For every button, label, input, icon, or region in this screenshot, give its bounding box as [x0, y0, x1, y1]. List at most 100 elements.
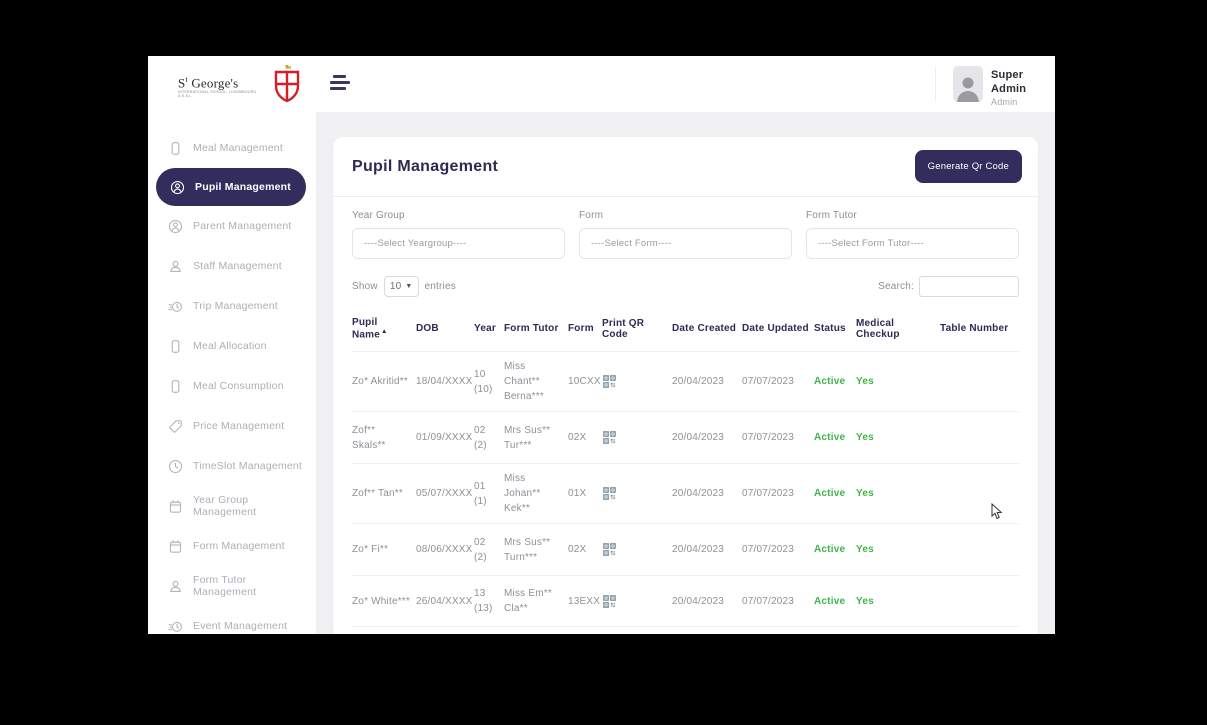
brand-name: St George's [178, 76, 266, 89]
col-pupil-name[interactable]: Pupil Name▲ [352, 317, 416, 340]
hamburger-menu-icon[interactable] [330, 75, 352, 93]
pupil-table: Pupil Name▲ DOB Year Form Tutor Form Pri… [352, 312, 1019, 627]
status-badge: Active [814, 430, 856, 445]
status-badge: Active [814, 486, 856, 501]
cell-date-created: 20/04/2023 [672, 430, 742, 445]
table-controls: Show 10▼ entries Search: [352, 276, 1019, 297]
cell-form-tutor: Mrs Sus** Turn*** [504, 535, 568, 565]
sidebar-item-trip-management[interactable]: Trip Management [148, 286, 316, 326]
sidebar-item-year-group-management[interactable]: Year Group Management [148, 486, 316, 526]
page-title: Pupil Management [352, 158, 498, 176]
meal-icon [168, 141, 183, 156]
sidebar-item-meal-allocation[interactable]: Meal Allocation [148, 326, 316, 366]
sidebar-item-form-management[interactable]: Form Management [148, 526, 316, 566]
cell-form: 02X [568, 542, 602, 557]
medical-checkup-value: Yes [856, 542, 940, 557]
divider [935, 68, 936, 100]
col-status[interactable]: Status [814, 323, 856, 334]
cell-date-updated: 07/07/2023 [742, 430, 814, 445]
cell-year: 10 (10) [474, 367, 504, 397]
user-name: Super Admin [991, 69, 1055, 97]
col-date-created[interactable]: Date Created [672, 323, 742, 334]
form-select[interactable]: ----Select Form---- [579, 228, 792, 259]
cell-dob: 18/04/XXXX [416, 374, 474, 389]
year-group-select[interactable]: ----Select Yeargroup---- [352, 228, 565, 259]
sidebar-item-meal-consumption[interactable]: Meal Consumption [148, 366, 316, 406]
sidebar-item-label: TimeSlot Management [193, 460, 302, 472]
print-qr-code-icon[interactable] [602, 486, 672, 501]
print-qr-code-icon[interactable] [602, 430, 672, 445]
entries-control: Show 10▼ entries [352, 276, 456, 297]
search-input[interactable] [919, 276, 1019, 297]
generate-qr-code-button[interactable]: Generate Qr Code [915, 150, 1022, 183]
cell-date-updated: 07/07/2023 [742, 594, 814, 609]
year-group-filter: Year Group ----Select Yeargroup---- [352, 210, 565, 259]
sidebar-item-label: Meal Management [193, 142, 283, 154]
table-row: Zo* Fi** 08/06/XXXX 02 (2) Mrs Sus** Tur… [352, 523, 1019, 575]
calendar-icon [168, 499, 183, 514]
sidebar-item-meal-management[interactable]: Meal Management [148, 128, 316, 168]
meal-consumption-icon [168, 379, 183, 394]
form-label: Form [579, 210, 792, 221]
col-dob[interactable]: DOB [416, 323, 474, 334]
col-table-number[interactable]: Table Number [940, 323, 1019, 334]
sidebar-item-pupil-management[interactable]: Pupil Management [156, 168, 306, 206]
cell-pupil-name: Zof** Tan** [352, 486, 416, 501]
cell-form-tutor: Mrs Sus** Tur*** [504, 423, 568, 453]
print-qr-code-icon[interactable] [602, 542, 672, 557]
filter-row: Year Group ----Select Yeargroup---- Form… [352, 210, 1019, 259]
search-control: Search: [878, 276, 1019, 297]
sidebar-item-label: Form Management [193, 540, 285, 552]
calendar-icon [168, 539, 183, 554]
sidebar-item-price-management[interactable]: Price Management [148, 406, 316, 446]
screen: { "brand": { "name": "George's", "name_p… [0, 0, 1207, 725]
col-form[interactable]: Form [568, 323, 602, 334]
sidebar-item-event-management[interactable]: Event Management [148, 606, 316, 634]
parent-icon [168, 219, 183, 234]
user-meta[interactable]: Super Admin Admin [991, 69, 1055, 108]
print-qr-code-icon[interactable] [602, 374, 672, 389]
trip-icon [168, 299, 183, 314]
entries-length-select[interactable]: 10▼ [384, 276, 419, 297]
sidebar-item-label: Meal Consumption [193, 380, 284, 392]
table-row: Zo* Akritid** 18/04/XXXX 10 (10) Miss Ch… [352, 351, 1019, 411]
sidebar-item-parent-management[interactable]: Parent Management [148, 206, 316, 246]
staff-icon [168, 259, 183, 274]
status-badge: Active [814, 594, 856, 609]
brand-logo[interactable]: St George's INTERNATIONAL SCHOOL, LUXEMB… [148, 56, 316, 114]
col-medical-checkup[interactable]: Medical Checkup [856, 318, 940, 340]
form-tutor-select[interactable]: ----Select Form Tutor---- [806, 228, 1019, 259]
price-tag-icon [168, 419, 183, 434]
brand-caption: INTERNATIONAL SCHOOL, LUXEMBOURG A.S.B.L… [178, 91, 266, 98]
sort-asc-icon: ▲ [381, 328, 388, 335]
cell-date-updated: 07/07/2023 [742, 542, 814, 557]
cell-date-created: 20/04/2023 [672, 486, 742, 501]
pupil-management-card: Pupil Management Generate Qr Code Year G… [333, 137, 1038, 634]
status-badge: Active [814, 374, 856, 389]
form-tutor-label: Form Tutor [806, 210, 1019, 221]
sidebar-item-timeslot-management[interactable]: TimeSlot Management [148, 446, 316, 486]
col-date-updated[interactable]: Date Updated [742, 323, 814, 334]
cell-year: 01 (1) [474, 479, 504, 509]
cell-pupil-name: Zo* Akritid** [352, 374, 416, 389]
cell-form: 01X [568, 486, 602, 501]
cell-pupil-name: Zof** Skals** [352, 423, 416, 453]
table-row: Zof** Tan** 05/07/XXXX 01 (1) Miss Johan… [352, 463, 1019, 523]
cell-pupil-name: Zo* Fi** [352, 542, 416, 557]
sidebar-item-form-tutor-management[interactable]: Form Tutor Management [148, 566, 316, 606]
cell-dob: 05/07/XXXX [416, 486, 474, 501]
col-year[interactable]: Year [474, 323, 504, 334]
col-form-tutor[interactable]: Form Tutor [504, 323, 568, 334]
shield-crest-icon [272, 64, 302, 111]
avatar[interactable] [953, 66, 983, 102]
sidebar-item-label: Parent Management [193, 220, 292, 232]
entries-length-value: 10 [390, 281, 402, 292]
cell-date-updated: 07/07/2023 [742, 486, 814, 501]
sidebar-item-staff-management[interactable]: Staff Management [148, 246, 316, 286]
cell-date-created: 20/04/2023 [672, 594, 742, 609]
cell-form-tutor: Miss Em** Cla** [504, 586, 568, 616]
col-print-qr[interactable]: Print QR Code [602, 318, 672, 340]
cell-year: 02 (2) [474, 423, 504, 453]
chevron-down-icon: ▼ [405, 283, 412, 290]
print-qr-code-icon[interactable] [602, 594, 672, 609]
